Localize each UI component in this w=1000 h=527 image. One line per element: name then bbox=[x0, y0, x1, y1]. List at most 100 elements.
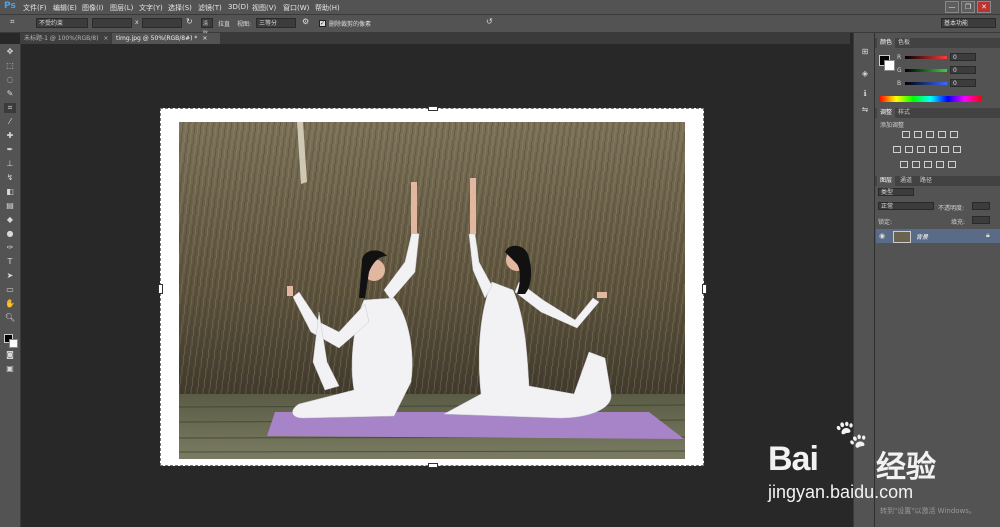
brightness-icon[interactable] bbox=[902, 131, 910, 138]
screen-mode-icon[interactable]: ▣ bbox=[4, 364, 16, 374]
tab-styles[interactable]: 样式 bbox=[895, 108, 913, 118]
menu-edit[interactable]: 编辑(E) bbox=[53, 3, 77, 13]
channel-g-value[interactable]: 0 bbox=[950, 66, 976, 74]
eraser-tool-icon[interactable]: ◧ bbox=[4, 187, 16, 197]
channel-mixer-icon[interactable] bbox=[941, 146, 949, 153]
curves-icon[interactable] bbox=[926, 131, 934, 138]
tab-layers[interactable]: 图层 bbox=[877, 176, 896, 186]
levels-icon[interactable] bbox=[914, 131, 922, 138]
crop-handle[interactable] bbox=[158, 284, 163, 294]
invert-icon[interactable] bbox=[900, 161, 908, 168]
history-brush-tool-icon[interactable]: ↯ bbox=[4, 173, 16, 183]
selective-color-icon[interactable] bbox=[948, 161, 956, 168]
tab-close-icon[interactable]: × bbox=[202, 35, 207, 42]
eye-icon[interactable]: ◉ bbox=[879, 232, 885, 240]
menu-window[interactable]: 窗口(W) bbox=[283, 3, 309, 13]
gear-icon[interactable]: ⚙ bbox=[302, 17, 309, 26]
properties-icon[interactable]: ◈ bbox=[859, 69, 871, 79]
brush-tool-icon[interactable]: ✒ bbox=[4, 145, 16, 155]
crop-icon[interactable]: ⌗ bbox=[10, 17, 15, 27]
menu-image[interactable]: 图像(I) bbox=[82, 3, 104, 13]
move-tool-icon[interactable]: ✥ bbox=[4, 47, 16, 57]
zoom-tool-icon[interactable]: 🔍︎ bbox=[4, 313, 16, 323]
background-color-swatch[interactable] bbox=[9, 339, 18, 348]
overlay-select[interactable]: 三等分 bbox=[256, 18, 296, 28]
type-tool-icon[interactable]: T bbox=[4, 257, 16, 267]
menu-layer[interactable]: 图层(L) bbox=[110, 3, 133, 13]
menu-file[interactable]: 文件(F) bbox=[23, 3, 47, 13]
fill-input[interactable] bbox=[972, 216, 990, 224]
channel-b-slider[interactable] bbox=[905, 82, 947, 85]
color-lookup-icon[interactable] bbox=[953, 146, 961, 153]
tab-channels[interactable]: 通道 bbox=[897, 176, 915, 186]
hand-tool-icon[interactable]: ✋ bbox=[4, 299, 16, 309]
layer-row-background[interactable]: ◉ 背景 🔒︎ bbox=[876, 229, 1000, 243]
hue-saturation-icon[interactable] bbox=[893, 146, 901, 153]
gradient-tool-icon[interactable]: ▤ bbox=[4, 201, 16, 211]
tab-color[interactable]: 颜色 bbox=[877, 38, 896, 48]
actions-icon[interactable]: ℹ bbox=[859, 89, 871, 99]
channel-r-value[interactable]: 0 bbox=[950, 53, 976, 61]
gradient-map-icon[interactable] bbox=[936, 161, 944, 168]
straighten-button[interactable]: 拉直 bbox=[218, 19, 230, 28]
dodge-tool-icon[interactable]: ● bbox=[4, 229, 16, 239]
width-input[interactable] bbox=[92, 18, 132, 28]
marquee-tool-icon[interactable]: ⬚ bbox=[4, 61, 16, 71]
ratio-select[interactable]: 不受约束 bbox=[36, 18, 88, 28]
menu-filter[interactable]: 滤镜(T) bbox=[198, 3, 222, 13]
channel-r-slider[interactable] bbox=[905, 56, 947, 59]
blur-tool-icon[interactable]: ◆ bbox=[4, 215, 16, 225]
black-white-icon[interactable] bbox=[917, 146, 925, 153]
shape-tool-icon[interactable]: ▭ bbox=[4, 285, 16, 295]
layer-kind-filter[interactable]: 类型 bbox=[878, 188, 914, 196]
crop-tool-icon[interactable]: ⌗ bbox=[4, 103, 16, 113]
quick-select-tool-icon[interactable]: ✎ bbox=[4, 89, 16, 99]
blend-mode-select[interactable]: 正常 bbox=[878, 202, 934, 210]
path-select-tool-icon[interactable]: ➤ bbox=[4, 271, 16, 281]
background-color-swatch[interactable] bbox=[884, 60, 895, 71]
height-input[interactable] bbox=[142, 18, 182, 28]
tab-untitled[interactable]: 未标题-1 @ 100%(RGB/8) × bbox=[20, 33, 111, 44]
lock-label: 锁定: bbox=[878, 219, 893, 226]
channel-g-slider[interactable] bbox=[905, 69, 947, 72]
pen-tool-icon[interactable]: ✑ bbox=[4, 243, 16, 253]
crop-handle[interactable] bbox=[428, 463, 438, 468]
menu-select[interactable]: 选择(S) bbox=[168, 3, 192, 13]
reset-icon[interactable]: ↺ bbox=[486, 17, 493, 26]
eyedropper-tool-icon[interactable]: ⁄ bbox=[4, 117, 16, 127]
color-spectrum[interactable] bbox=[879, 96, 982, 102]
crop-handle[interactable] bbox=[702, 284, 707, 294]
restore-button[interactable]: ❐ bbox=[961, 1, 975, 13]
photo-filter-icon[interactable] bbox=[929, 146, 937, 153]
clear-button[interactable]: 清除 bbox=[201, 18, 213, 37]
menu-3d[interactable]: 3D(D) bbox=[228, 3, 249, 11]
swap-icon[interactable]: ↻ bbox=[186, 17, 193, 26]
vibrance-icon[interactable] bbox=[950, 131, 958, 138]
tab-swatches[interactable]: 色板 bbox=[895, 38, 913, 48]
posterize-icon[interactable] bbox=[912, 161, 920, 168]
menu-help[interactable]: 帮助(H) bbox=[315, 3, 340, 13]
color-balance-icon[interactable] bbox=[905, 146, 913, 153]
workspace-select[interactable]: 基本功能 bbox=[941, 18, 996, 28]
tab-adjustments[interactable]: 调整 bbox=[877, 108, 896, 118]
minimize-button[interactable]: — bbox=[945, 1, 959, 13]
healing-tool-icon[interactable]: ✚ bbox=[4, 131, 16, 141]
history-icon[interactable]: ⊞ bbox=[859, 47, 871, 57]
delete-pixels-checkbox[interactable]: ✓ bbox=[319, 20, 326, 27]
tab-paths[interactable]: 路径 bbox=[917, 176, 935, 186]
character-icon[interactable]: ⇋ bbox=[859, 105, 871, 115]
lasso-tool-icon[interactable]: ◌ bbox=[4, 75, 16, 85]
threshold-icon[interactable] bbox=[924, 161, 932, 168]
crop-handle[interactable] bbox=[428, 106, 438, 111]
menu-type[interactable]: 文字(Y) bbox=[139, 3, 163, 13]
tab-timg[interactable]: timg.jpg @ 50%(RGB/8#) * × bbox=[112, 33, 220, 44]
exposure-icon[interactable] bbox=[938, 131, 946, 138]
close-button[interactable]: ✕ bbox=[977, 1, 991, 13]
channel-b-value[interactable]: 0 bbox=[950, 79, 976, 87]
quick-mask-icon[interactable]: ◙ bbox=[4, 350, 16, 360]
tab-close-icon[interactable]: × bbox=[103, 35, 108, 42]
menu-view[interactable]: 视图(V) bbox=[252, 3, 276, 13]
stamp-tool-icon[interactable]: ⊥ bbox=[4, 159, 16, 169]
opacity-input[interactable] bbox=[972, 202, 990, 210]
delete-pixels-label: 删除裁剪的像素 bbox=[329, 21, 372, 28]
